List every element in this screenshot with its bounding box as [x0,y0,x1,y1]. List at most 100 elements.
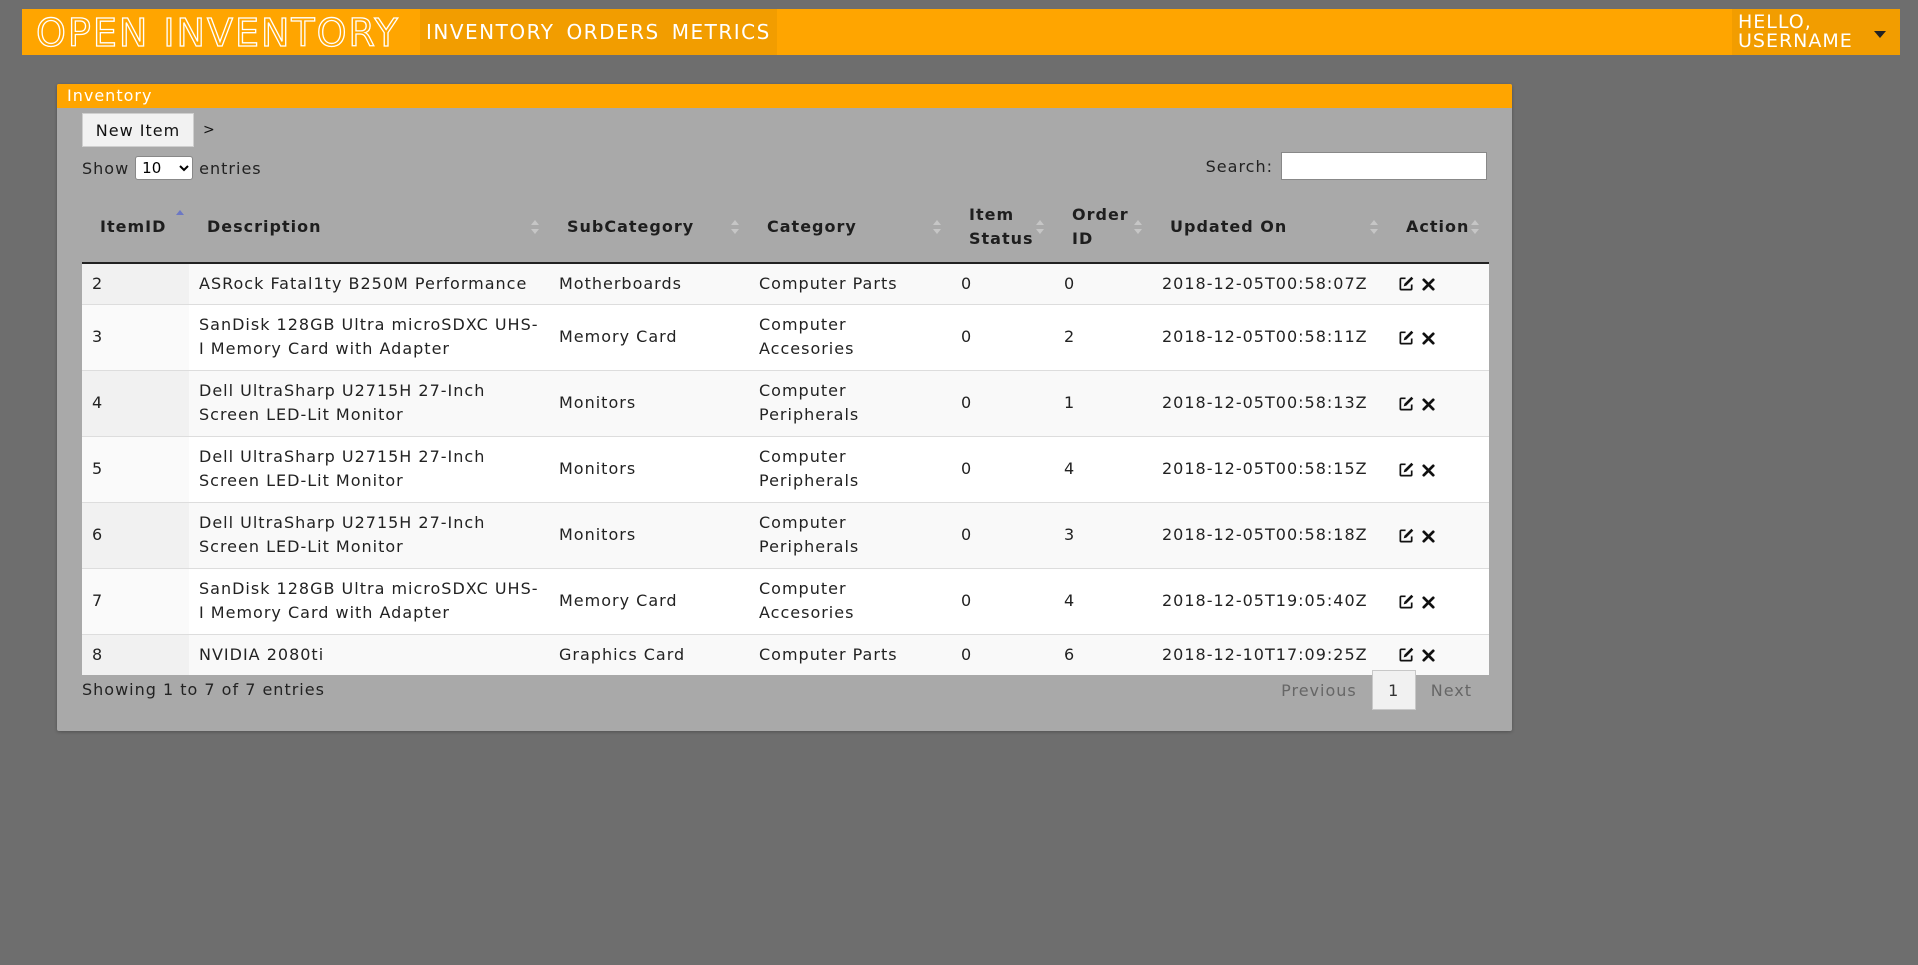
sort-icon [933,220,941,234]
delete-icon[interactable] [1421,275,1438,292]
entries-suffix-label: entries [199,158,262,178]
table-row: 7 SanDisk 128GB Ultra microSDXC UHS-I Mem… [82,567,1489,634]
cell-itemid: 6 [82,501,189,568]
cell-order-id: 2 [1054,303,1152,370]
column-header-order-id[interactable]: Order ID [1054,192,1152,264]
delete-icon[interactable] [1421,527,1438,544]
table-body: 2 ASRock Fatal1ty B250M Performance Mother… [82,262,1489,675]
cell-order-id: 3 [1054,501,1152,568]
table-header-row: ItemID Description SubCategory Category … [82,192,1489,264]
entries-per-page-select[interactable]: 10 [135,156,194,180]
nav-link-orders[interactable]: ORDERS [566,20,659,44]
main-nav: INVENTORY ORDERS METRICS [420,9,777,55]
panel-title: Inventory [57,84,1512,108]
cell-action [1388,435,1489,502]
cell-subcategory: Monitors [549,501,749,568]
sort-icon [1370,220,1378,234]
cell-subcategory: Memory Card [549,567,749,634]
delete-icon[interactable] [1421,329,1438,346]
app-brand[interactable]: OPEN INVENTORY [35,12,400,53]
column-header-subcategory[interactable]: SubCategory [549,192,749,264]
row-actions [1398,275,1481,292]
search-label: Search: [1205,156,1273,176]
edit-icon[interactable] [1398,461,1415,478]
pagination: Previous 1 Next [1266,670,1487,710]
sort-icon [1036,220,1044,234]
cell-updated-on: 2018-12-05T00:58:13Z [1152,369,1388,436]
cell-action [1388,501,1489,568]
new-item-button[interactable]: New Item [82,113,194,147]
inventory-table: ItemID Description SubCategory Category … [82,192,1489,675]
cell-category: Computer Parts [749,633,951,675]
entries-show-label: Show [82,158,130,178]
column-header-itemid[interactable]: ItemID [82,192,189,264]
column-header-category[interactable]: Category [749,192,951,264]
column-header-description[interactable]: Description [189,192,549,264]
cell-order-id: 4 [1054,567,1152,634]
delete-icon[interactable] [1421,395,1438,412]
delete-icon[interactable] [1421,646,1438,663]
cell-subcategory: Memory Card [549,303,749,370]
cell-updated-on: 2018-12-05T00:58:18Z [1152,501,1388,568]
nav-link-metrics[interactable]: METRICS [672,20,771,44]
column-header-action[interactable]: Action [1388,192,1489,264]
cell-description: SanDisk 128GB Ultra microSDXC UHS-I Memo… [189,303,549,370]
cell-category: Computer Peripherals [749,435,951,502]
delete-icon[interactable] [1421,593,1438,610]
column-label: SubCategory [567,217,695,236]
sort-asc-icon [176,210,184,216]
cell-order-id: 4 [1054,435,1152,502]
edit-icon[interactable] [1398,395,1415,412]
cell-description: Dell UltraSharp U2715H 27-Inch Screen LE… [189,369,549,436]
page-button-current[interactable]: 1 [1371,670,1416,710]
cell-item-status: 0 [951,262,1054,304]
row-actions [1398,329,1481,346]
edit-icon[interactable] [1398,527,1415,544]
cell-description: SanDisk 128GB Ultra microSDXC UHS-I Memo… [189,567,549,634]
column-header-updated-on[interactable]: Updated On [1152,192,1388,264]
edit-icon[interactable] [1398,593,1415,610]
search-input[interactable] [1281,152,1487,180]
edit-icon[interactable] [1398,646,1415,663]
edit-icon[interactable] [1398,329,1415,346]
entries-length-control: Show 10 entries [82,156,262,180]
cell-itemid: 5 [82,435,189,502]
table-row: 2 ASRock Fatal1ty B250M Performance Mother… [82,262,1489,304]
next-page-button[interactable]: Next [1416,681,1487,700]
row-actions [1398,395,1481,412]
cell-category: Computer Parts [749,262,951,304]
nav-link-inventory[interactable]: INVENTORY [426,20,554,44]
cell-itemid: 8 [82,633,189,675]
cell-action [1388,633,1489,675]
cell-action [1388,303,1489,370]
user-menu[interactable]: HELLO, USERNAME [1732,9,1900,55]
caret-down-icon [1874,31,1886,38]
column-label: Item Status [969,205,1034,248]
row-actions [1398,527,1481,544]
cell-order-id: 0 [1054,262,1152,304]
column-header-item-status[interactable]: Item Status [951,192,1054,264]
cell-item-status: 0 [951,501,1054,568]
cell-category: Computer Accesories [749,567,951,634]
column-label: ItemID [100,217,167,236]
cell-updated-on: 2018-12-05T00:58:07Z [1152,262,1388,304]
delete-icon[interactable] [1421,461,1438,478]
cell-subcategory: Motherboards [549,262,749,304]
top-navbar: OPEN INVENTORY INVENTORY ORDERS METRICS … [22,9,1900,55]
cell-subcategory: Monitors [549,435,749,502]
row-actions [1398,646,1481,663]
previous-page-button[interactable]: Previous [1266,681,1372,700]
table-row: 6 Dell UltraSharp U2715H 27-Inch Screen L… [82,501,1489,568]
sort-icon [1134,220,1142,234]
table-info: Showing 1 to 7 of 7 entries [82,680,325,699]
table-search: Search: [1206,152,1487,180]
table-row: 5 Dell UltraSharp U2715H 27-Inch Screen L… [82,435,1489,502]
cell-updated-on: 2018-12-05T19:05:40Z [1152,567,1388,634]
cell-action [1388,369,1489,436]
cell-updated-on: 2018-12-10T17:09:25Z [1152,633,1388,675]
column-label: Action [1406,217,1470,236]
edit-icon[interactable] [1398,275,1415,292]
cell-category: Computer Peripherals [749,369,951,436]
cell-item-status: 0 [951,369,1054,436]
sort-icon [731,220,739,234]
